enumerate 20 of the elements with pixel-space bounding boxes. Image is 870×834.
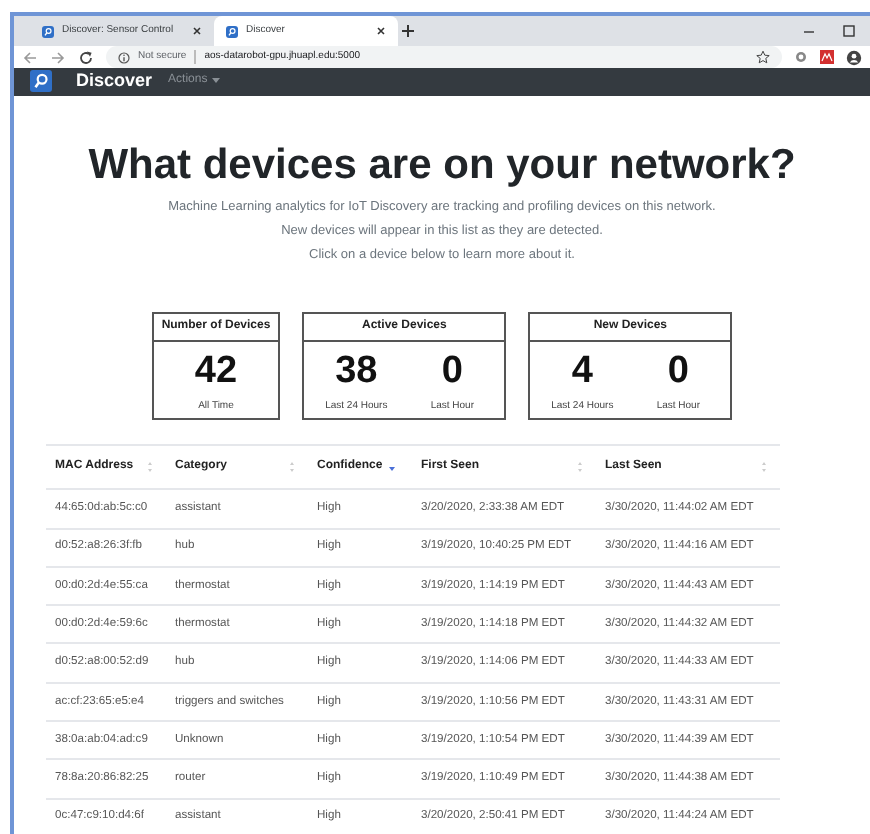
page-heading: What devices are on your network? [88,139,796,191]
star-icon[interactable] [756,50,770,64]
reload-icon[interactable] [78,49,94,65]
close-icon[interactable] [192,26,202,36]
caret-icon [211,78,220,85]
back-icon[interactable] [22,49,38,65]
close-icon[interactable] [376,26,386,36]
profile-icon[interactable] [846,49,862,65]
info-icon [118,51,130,63]
forward-icon[interactable] [50,49,66,65]
stat-value: 0 [441,351,463,390]
stat-value: 4 [571,351,593,390]
extension-icon[interactable] [820,50,834,64]
stat-value: 42 [194,351,238,390]
stat-value: 0 [667,351,689,390]
extension-icon[interactable] [794,50,808,64]
stat-value: 38 [335,351,378,390]
tab-favicon-icon [42,25,54,37]
brand-name[interactable]: Discover [76,68,153,95]
tab-favicon-icon [226,25,238,37]
